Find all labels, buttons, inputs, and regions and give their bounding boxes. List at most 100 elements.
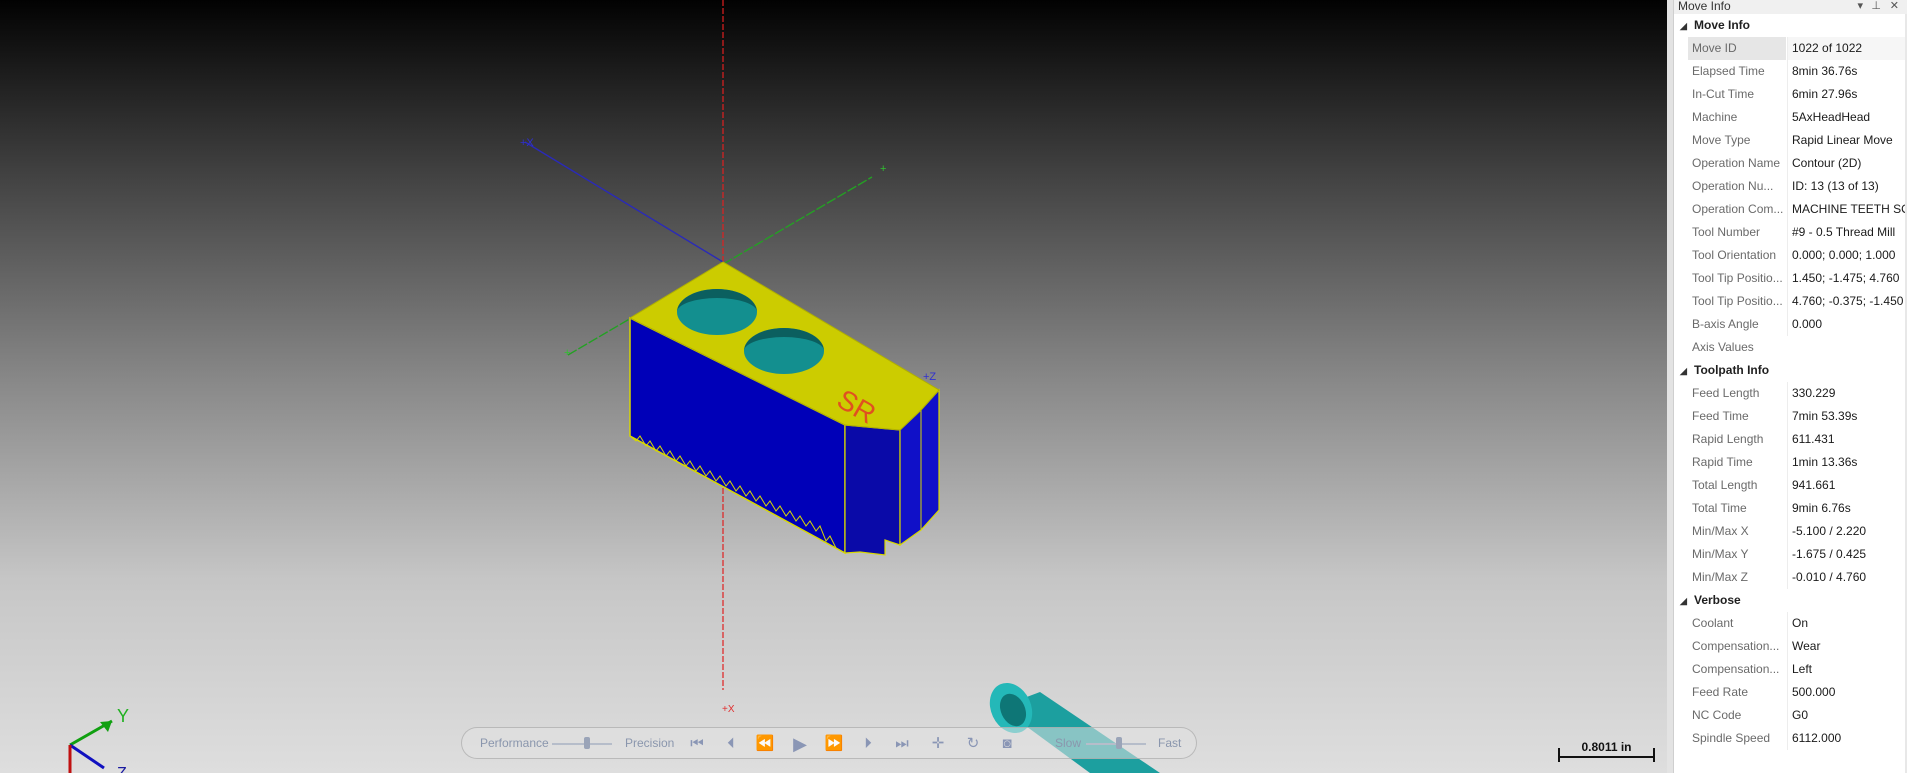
scale-bar-tick-left (1558, 748, 1560, 762)
property-row[interactable]: Compensation... Wear (1674, 635, 1907, 658)
section-header[interactable]: ◢ Verbose (1674, 589, 1907, 612)
property-label: Min/Max Y (1692, 547, 1749, 561)
section-header[interactable]: ◢ Toolpath Info (1674, 359, 1907, 382)
property-row[interactable]: Rapid Length 611.431 (1674, 428, 1907, 451)
scale-bar-tick-right (1653, 748, 1655, 762)
rewind-icon[interactable]: ⏪ (754, 734, 776, 754)
speed-slider-knob[interactable] (1116, 737, 1122, 749)
triad-z-line (69, 743, 105, 770)
first-icon[interactable]: ⏮ (686, 734, 708, 754)
property-row[interactable]: Move Type Rapid Linear Move (1674, 129, 1907, 152)
property-row[interactable]: Total Time 9min 6.76s (1674, 497, 1907, 520)
property-row[interactable]: Operation Nu... ID: 13 (13 of 13) (1674, 175, 1907, 198)
property-row[interactable]: Tool Orientation 0.000; 0.000; 1.000 (1674, 244, 1907, 267)
property-row[interactable]: Rapid Time 1min 13.36s (1674, 451, 1907, 474)
property-row[interactable]: B-axis Angle 0.000 (1674, 313, 1907, 336)
property-label: Axis Values (1692, 340, 1754, 354)
property-value: ID: 13 (13 of 13) (1787, 175, 1907, 198)
property-value: -0.010 / 4.760 (1787, 566, 1907, 589)
scene-canvas[interactable]: +X + + +Z SR Y Z (0, 0, 1667, 773)
fast-forward-icon[interactable]: ⏩ (823, 734, 845, 754)
property-row[interactable]: Min/Max Y -1.675 / 0.425 (1674, 543, 1907, 566)
step-back-icon[interactable]: ⏴ (720, 734, 742, 754)
scale-bar: 0.8011 in (1558, 739, 1655, 763)
performance-label: Performance (480, 736, 549, 750)
property-row[interactable]: Compensation... Left (1674, 658, 1907, 681)
property-label: Feed Rate (1692, 685, 1749, 699)
property-label: Tool Orientation (1692, 248, 1777, 262)
quality-slider-knob[interactable] (584, 737, 590, 749)
property-row[interactable]: NC Code G0 (1674, 704, 1907, 727)
property-label: Compensation... (1692, 639, 1780, 653)
move-info-panel: Move Info ▾ ⊥ ✕ ◢ Move Info Move ID 1022 of… (1673, 0, 1907, 773)
property-row[interactable]: Operation Com... MACHINE TEETH SOI (1674, 198, 1907, 221)
property-row[interactable]: Coolant On (1674, 612, 1907, 635)
section-header[interactable]: ◢ Move Info (1674, 14, 1907, 37)
pin-icon[interactable]: ⊥ (1871, 0, 1881, 13)
slow-label: Slow (1055, 736, 1082, 750)
x-axis-bottom-label: +X (722, 704, 735, 715)
property-row[interactable]: Tool Tip Positio... 4.760; -0.375; -1.450 (1674, 290, 1907, 313)
play-icon[interactable]: ▶ (789, 734, 811, 754)
collapse-arrow-icon[interactable]: ◢ (1680, 360, 1694, 383)
property-row[interactable]: Feed Length 330.229 (1674, 382, 1907, 405)
property-value: 6min 27.96s (1787, 83, 1907, 106)
collapse-arrow-icon[interactable]: ◢ (1680, 15, 1694, 38)
property-value: Wear (1787, 635, 1907, 658)
property-row[interactable]: Total Length 941.661 (1674, 474, 1907, 497)
x-axis-line (524, 141, 724, 263)
property-value: 0.000 (1787, 313, 1907, 336)
3d-viewport[interactable]: +X + + +Z SR Y Z +X Per (0, 0, 1667, 773)
property-label: Machine (1692, 110, 1738, 124)
property-label: Tool Number (1692, 225, 1761, 239)
last-icon[interactable]: ⏭ (891, 734, 913, 754)
property-value: -5.100 / 2.220 (1787, 520, 1907, 543)
property-label: Operation Com... (1692, 202, 1784, 216)
property-value: G0 (1787, 704, 1907, 727)
property-value: MACHINE TEETH SOI (1787, 198, 1907, 221)
dropdown-icon[interactable]: ▾ (1857, 0, 1863, 13)
section-title: Toolpath Info (1694, 363, 1770, 377)
property-label: B-axis Angle (1692, 317, 1759, 331)
scale-bar-label: 0.8011 in (1581, 740, 1632, 754)
property-value: Rapid Linear Move (1787, 129, 1907, 152)
property-row[interactable]: Machine 5AxHeadHead (1674, 106, 1907, 129)
stop-icon[interactable]: ◙ (996, 734, 1018, 754)
property-row[interactable]: Axis Values (1674, 336, 1907, 359)
property-label: Total Time (1692, 501, 1747, 515)
property-label: Feed Length (1692, 386, 1760, 400)
pin-toolpath-icon[interactable]: ✛ (927, 734, 949, 754)
step-forward-icon[interactable]: ⏵ (857, 734, 879, 754)
property-label: NC Code (1692, 708, 1742, 722)
property-label: Operation Name (1692, 156, 1781, 170)
scale-bar-line (1558, 756, 1655, 758)
property-row[interactable]: Elapsed Time 8min 36.76s (1674, 60, 1907, 83)
quality-slider[interactable] (552, 743, 612, 745)
y-axis-end-label: + (880, 163, 886, 175)
property-row[interactable]: Feed Time 7min 53.39s (1674, 405, 1907, 428)
property-value: 0.000; 0.000; 1.000 (1787, 244, 1907, 267)
property-row[interactable]: Spindle Speed 6112.000 (1674, 727, 1907, 750)
property-row[interactable]: Tool Tip Positio... 1.450; -1.475; 4.760 (1674, 267, 1907, 290)
property-grid: ◢ Move Info Move ID 1022 of 1022 Elapsed Tim… (1674, 14, 1907, 750)
property-row[interactable]: Min/Max Z -0.010 / 4.760 (1674, 566, 1907, 589)
property-label: Operation Nu... (1692, 179, 1774, 193)
property-row[interactable]: Feed Rate 500.000 (1674, 681, 1907, 704)
close-icon[interactable]: ✕ (1890, 0, 1899, 13)
section-title: Verbose (1694, 593, 1741, 607)
loop-icon[interactable]: ↻ (962, 734, 984, 754)
property-row[interactable]: Min/Max X -5.100 / 2.220 (1674, 520, 1907, 543)
property-row[interactable]: Operation Name Contour (2D) (1674, 152, 1907, 175)
property-label: Compensation... (1692, 662, 1780, 676)
property-label: Move ID (1688, 37, 1786, 60)
property-row[interactable]: Move ID 1022 of 1022 (1674, 37, 1907, 60)
property-row[interactable]: In-Cut Time 6min 27.96s (1674, 83, 1907, 106)
property-row[interactable]: Tool Number #9 - 0.5 Thread Mill (1674, 221, 1907, 244)
panel-title-bar: Move Info ▾ ⊥ ✕ (1674, 0, 1907, 14)
playback-bar: Performance Precision ⏮ ⏴ ⏪ ▶ ⏩ ⏵ ⏭ ✛ ↻ … (461, 727, 1197, 759)
property-value: 1022 of 1022 (1787, 37, 1907, 60)
triad-z-label: Z (117, 765, 127, 773)
property-value: 1.450; -1.475; 4.760 (1787, 267, 1907, 290)
collapse-arrow-icon[interactable]: ◢ (1680, 590, 1694, 613)
precision-label: Precision (625, 736, 675, 750)
